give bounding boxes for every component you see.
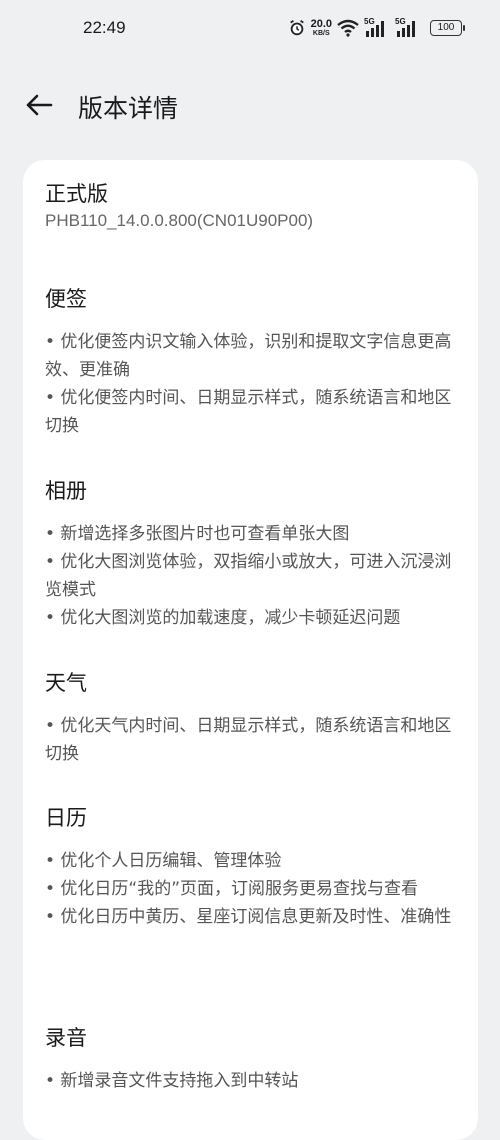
section-recorder: 录音 • 新增录音文件支持拖入到中转站 xyxy=(45,1022,465,1095)
battery-indicator: 100 xyxy=(430,20,465,36)
net-speed-unit: KB/S xyxy=(312,30,330,37)
signal-sim1: 5G xyxy=(364,17,390,39)
arrow-left-icon xyxy=(26,94,53,116)
list-item: • 优化个人日历编辑、管理体验 xyxy=(45,851,282,871)
version-details-card[interactable]: 正式版 PHB110_14.0.0.800(CN01U90P00) 便签 • 优… xyxy=(23,160,478,1140)
net-speed: 20.0 KB/S xyxy=(310,18,332,38)
release-name: 正式版 xyxy=(45,182,108,206)
section-title: 录音 xyxy=(45,1026,87,1050)
list-item: • 优化日历“我的”页面，订阅服务更易查找与查看 xyxy=(45,879,419,899)
section-weather: 天气 • 优化天气内时间、日期显示样式，随系统语言和地区切换 xyxy=(45,667,465,768)
section-title: 相册 xyxy=(45,479,87,503)
status-bar: 22:49 20.0 KB/S 5G 5G 100 xyxy=(0,0,500,56)
page-title: 版本详情 xyxy=(78,94,179,123)
wifi-icon xyxy=(337,19,359,37)
section-title: 日历 xyxy=(45,806,87,830)
list-item: • 优化大图浏览的加载速度，减少卡顿延迟问题 xyxy=(45,608,401,628)
list-item: • 优化大图浏览体验，双指缩小或放大，可进入沉浸浏览模式 xyxy=(45,552,452,600)
page-header: 版本详情 xyxy=(0,76,500,134)
list-item: • 优化日历中黄历、星座订阅信息更新及时性、准确性 xyxy=(45,907,452,927)
signal-icon xyxy=(366,21,384,37)
section-notes: 便签 • 优化便签内识文输入体验，识别和提取文字信息更高效、更准确 • 优化便签… xyxy=(45,283,465,440)
alarm-icon xyxy=(289,20,304,36)
net-speed-value: 20.0 xyxy=(310,18,332,30)
status-time: 22:49 xyxy=(83,18,126,37)
list-item: • 新增选择多张图片时也可查看单张大图 xyxy=(45,524,350,544)
signal-icon xyxy=(397,21,415,37)
section-title: 天气 xyxy=(45,671,87,695)
list-item: • 优化天气内时间、日期显示样式，随系统语言和地区切换 xyxy=(45,716,452,764)
status-icons: 20.0 KB/S 5G 5G 100 xyxy=(288,15,465,41)
signal-sim2: 5G xyxy=(395,17,421,39)
list-item: • 优化便签内识文输入体验，识别和提取文字信息更高效、更准确 xyxy=(45,332,452,380)
section-calendar: 日历 • 优化个人日历编辑、管理体验 • 优化日历“我的”页面，订阅服务更易查找… xyxy=(45,802,465,931)
section-gallery: 相册 • 新增选择多张图片时也可查看单张大图 • 优化大图浏览体验，双指缩小或放… xyxy=(45,475,465,632)
section-title: 便签 xyxy=(45,287,87,311)
list-item: • 优化便签内时间、日期显示样式，随系统语言和地区切换 xyxy=(45,388,452,436)
back-button[interactable] xyxy=(22,88,56,122)
list-item: • 新增录音文件支持拖入到中转站 xyxy=(45,1071,299,1091)
build-number: PHB110_14.0.0.800(CN01U90P00) xyxy=(45,211,314,230)
